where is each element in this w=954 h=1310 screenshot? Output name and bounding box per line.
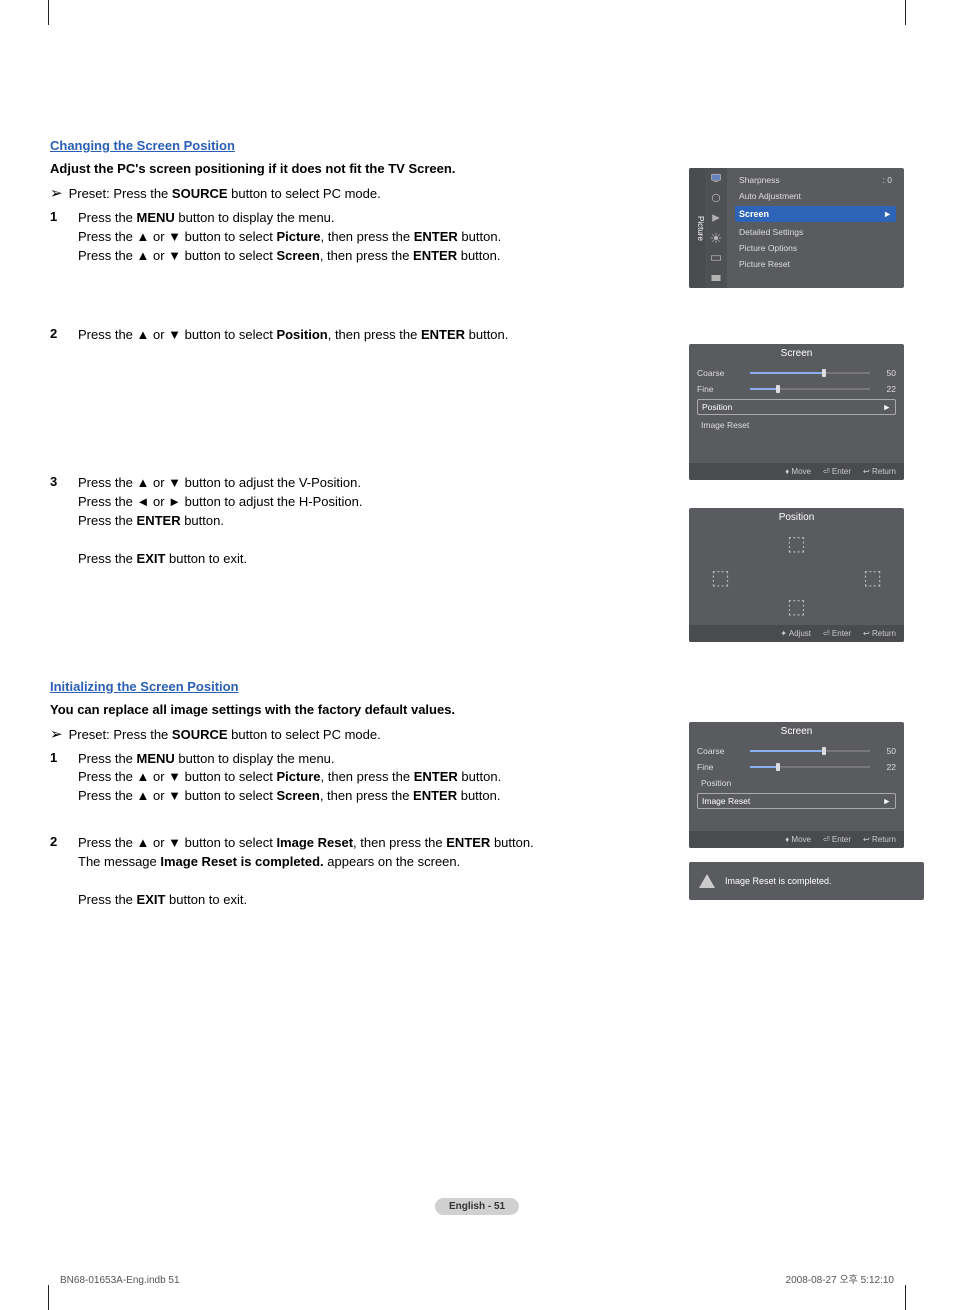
pointer-icon: ➢ (50, 186, 63, 201)
osd-title: Screen (689, 722, 904, 739)
menu-sharpness: Sharpness (739, 175, 780, 185)
warning-icon (699, 874, 715, 888)
menu-picture-options: Picture Options (735, 240, 896, 256)
footer-enter: ⏎ Enter (823, 629, 851, 638)
pointer-icon: ➢ (50, 727, 63, 742)
arrow-up-icon: ⬚ (787, 531, 806, 556)
row-image-reset-selected: Image Reset► (697, 793, 896, 809)
chevron-right-icon: ► (883, 402, 891, 412)
osd-icon-column (705, 168, 727, 288)
osd-picture-menu: Picture Sharpness : 0 Auto Adjustment Scr… (689, 168, 904, 288)
osd-screen-menu-2: Screen Coarse 50 Fine 22 Position Image … (689, 722, 904, 848)
input-icon (710, 252, 722, 264)
page-label: English - 51 (435, 1198, 519, 1215)
channel-icon (710, 212, 722, 224)
row-position-selected: Position► (697, 399, 896, 415)
chevron-right-icon: ► (883, 796, 891, 806)
row-position: Position (697, 775, 896, 791)
menu-auto-adjustment: Auto Adjustment (735, 188, 896, 204)
osd-screen-menu-1: Screen Coarse 50 Fine 22 Position► Image… (689, 344, 904, 480)
slider-fine: Fine 22 (697, 759, 896, 775)
menu-screen-selected: Screen► (735, 206, 896, 222)
footer-move: ♦ Move (785, 467, 811, 476)
osd-tab-label: Picture (689, 168, 705, 288)
app-icon (710, 272, 722, 284)
sound-icon (710, 192, 722, 204)
footer-enter: ⏎ Enter (823, 467, 851, 476)
arrow-left-icon: ⬚ (711, 565, 730, 590)
osd-title: Screen (689, 344, 904, 361)
footer-file: BN68-01653A-Eng.indb 51 (60, 1275, 180, 1286)
subheading-2: You can replace all image settings with … (50, 702, 904, 717)
step-2: 2 Press the ▲ or ▼ button to select Posi… (50, 326, 904, 345)
footer-timestamp: 2008-08-27 오후 5:12:10 (786, 1271, 894, 1286)
menu-sharpness-val: : 0 (883, 175, 892, 185)
footer-enter: ⏎ Enter (823, 835, 851, 844)
heading-changing: Changing the Screen Position (50, 138, 904, 153)
osd-position-menu: Position ⬚ ⬚ ⬚ ⬚ ✦ Adjust ⏎ Enter ↩ Retu… (689, 508, 904, 642)
arrow-down-icon: ⬚ (787, 594, 806, 619)
footer-adjust: ✦ Adjust (780, 629, 811, 638)
footer-move: ♦ Move (785, 835, 811, 844)
toast-text: Image Reset is completed. (725, 876, 832, 886)
tv-icon (710, 172, 722, 184)
osd-position-title: Position (689, 508, 904, 525)
setup-icon (710, 232, 722, 244)
slider-coarse: Coarse 50 (697, 743, 896, 759)
chevron-right-icon: ► (883, 209, 892, 219)
menu-picture-reset: Picture Reset (735, 256, 896, 272)
slider-coarse: Coarse 50 (697, 365, 896, 381)
footer-return: ↩ Return (863, 629, 896, 638)
toast-image-reset: Image Reset is completed. (689, 862, 924, 900)
footer-return: ↩ Return (863, 835, 896, 844)
row-image-reset: Image Reset (697, 417, 896, 433)
footer-return: ↩ Return (863, 467, 896, 476)
menu-detailed-settings: Detailed Settings (735, 224, 896, 240)
arrow-right-icon: ⬚ (863, 565, 882, 590)
slider-fine: Fine 22 (697, 381, 896, 397)
heading-initializing: Initializing the Screen Position (50, 679, 904, 694)
